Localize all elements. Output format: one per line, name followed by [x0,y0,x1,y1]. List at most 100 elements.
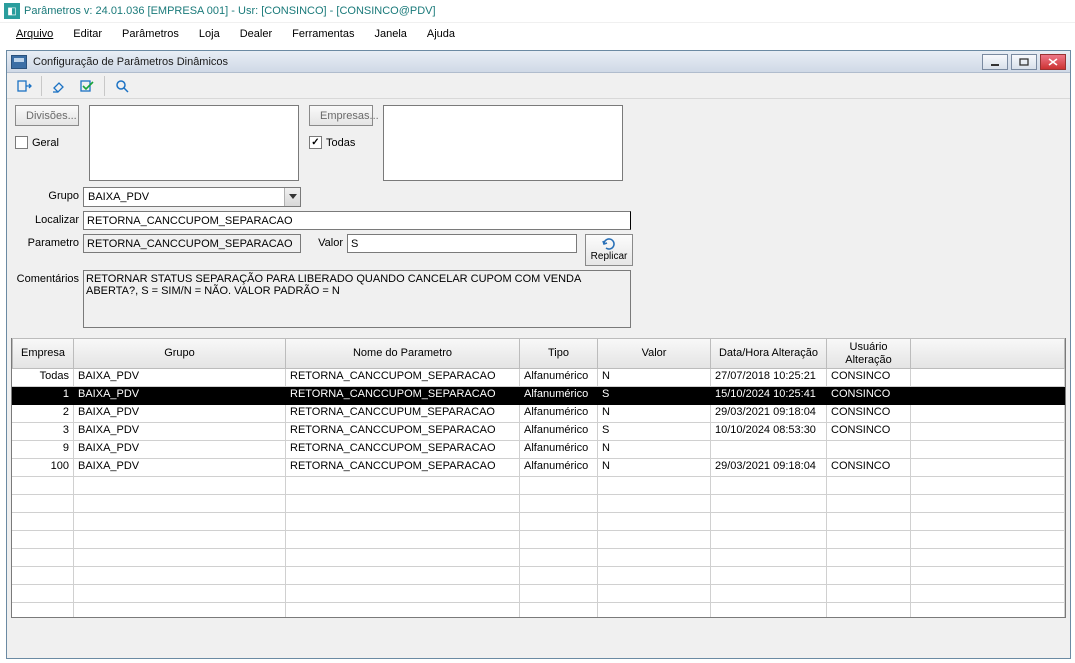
menu-loja[interactable]: Loja [189,25,230,43]
cell-data [711,531,827,549]
menu-editar[interactable]: Editar [63,25,112,43]
cell-nome: RETORNA_CANCCUPOM_SEPARACAO [286,459,520,477]
menu-ferramentas[interactable]: Ferramentas [282,25,364,43]
cell-data: 27/07/2018 10:25:21 [711,369,827,387]
close-button[interactable] [1040,54,1066,70]
valor-label: Valor [301,234,347,249]
cell-empresa [12,531,74,549]
cell-valor [598,531,711,549]
table-row[interactable] [12,567,1065,585]
cell-data [711,567,827,585]
cell-usuario [827,531,911,549]
table-row[interactable]: 3BAIXA_PDVRETORNA_CANCCUPOM_SEPARACAOAlf… [12,423,1065,441]
table-row[interactable] [12,477,1065,495]
cell-empresa: 3 [12,423,74,441]
parametro-label: Parametro [15,234,83,249]
todas-checkbox[interactable]: Todas [309,136,355,149]
cell-grupo: BAIXA_PDV [74,369,286,387]
col-valor[interactable]: Valor [598,338,711,369]
table-row[interactable] [12,603,1065,617]
table-row[interactable] [12,549,1065,567]
col-data[interactable]: Data/Hora Alteração [711,338,827,369]
cell-nome [286,477,520,495]
empresas-button[interactable]: Empresas... [309,105,373,126]
search-icon[interactable] [109,75,135,97]
grid-body[interactable]: TodasBAIXA_PDVRETORNA_CANCCUPOM_SEPARACA… [12,369,1065,617]
cell-tipo: Alfanumérico [520,369,598,387]
cell-empresa [12,495,74,513]
cell-empresa: 1 [12,387,74,405]
localizar-input[interactable] [83,211,631,230]
app-title: Parâmetros v: 24.01.036 [EMPRESA 001] - … [24,5,436,17]
valor-input[interactable] [347,234,577,253]
col-empresa[interactable]: Empresa [12,338,74,369]
maximize-button[interactable] [1011,54,1037,70]
geral-checkbox[interactable]: Geral [15,136,59,149]
cell-tipo [520,495,598,513]
cell-grupo: BAIXA_PDV [74,423,286,441]
divisoes-button[interactable]: Divisões... [15,105,79,126]
cell-rest [911,567,1065,585]
table-row[interactable]: 1BAIXA_PDVRETORNA_CANCCUPOM_SEPARACAOAlf… [12,387,1065,405]
cell-rest [911,513,1065,531]
col-usuario[interactable]: Usuário Alteração [827,338,911,369]
cell-valor [598,549,711,567]
cell-grupo [74,531,286,549]
table-row[interactable]: 2BAIXA_PDVRETORNA_CANCCUPUM_SEPARACAOAlf… [12,405,1065,423]
menu-arquivo[interactable]: Arquivo [6,25,63,43]
cell-data [711,441,827,459]
table-row[interactable] [12,585,1065,603]
cell-empresa [12,477,74,495]
col-rest [911,338,1065,369]
col-grupo[interactable]: Grupo [74,338,286,369]
menu-dealer[interactable]: Dealer [230,25,282,43]
divisoes-textarea[interactable] [89,105,299,181]
col-nome[interactable]: Nome do Parametro [286,338,520,369]
cell-usuario [827,477,911,495]
toolbar [7,73,1070,99]
table-row[interactable] [12,513,1065,531]
cell-tipo: Alfanumérico [520,441,598,459]
table-row[interactable] [12,495,1065,513]
cell-nome: RETORNA_CANCCUPUM_SEPARACAO [286,405,520,423]
grupo-select[interactable]: BAIXA_PDV [83,187,301,207]
cell-valor: S [598,387,711,405]
todas-label: Todas [326,137,355,149]
table-row[interactable] [12,531,1065,549]
inner-titlebar: Configuração de Parâmetros Dinâmicos [7,51,1070,73]
cell-tipo [520,531,598,549]
empresas-textarea[interactable] [383,105,623,181]
cell-empresa: 100 [12,459,74,477]
cell-data [711,603,827,617]
menu-ajuda[interactable]: Ajuda [417,25,465,43]
minimize-button[interactable] [982,54,1008,70]
erase-icon[interactable] [46,75,72,97]
replicar-button[interactable]: Replicar [585,234,633,266]
cell-usuario [827,513,911,531]
apply-icon[interactable] [74,75,100,97]
cell-rest [911,585,1065,603]
cell-empresa: 9 [12,441,74,459]
export-icon[interactable] [11,75,37,97]
cell-rest [911,423,1065,441]
table-row[interactable]: 100BAIXA_PDVRETORNA_CANCCUPOM_SEPARACAOA… [12,459,1065,477]
cell-tipo [520,567,598,585]
menu-parametros[interactable]: Parâmetros [112,25,189,43]
geral-label: Geral [32,137,59,149]
cell-data [711,585,827,603]
cell-data: 29/03/2021 09:18:04 [711,405,827,423]
cell-usuario [827,585,911,603]
cell-valor [598,495,711,513]
col-tipo[interactable]: Tipo [520,338,598,369]
cell-grupo: BAIXA_PDV [74,459,286,477]
cell-valor [598,603,711,617]
table-row[interactable]: TodasBAIXA_PDVRETORNA_CANCCUPOM_SEPARACA… [12,369,1065,387]
cell-nome [286,567,520,585]
table-row[interactable]: 9BAIXA_PDVRETORNA_CANCCUPOM_SEPARACAOAlf… [12,441,1065,459]
cell-nome [286,495,520,513]
cell-grupo: BAIXA_PDV [74,441,286,459]
cell-rest [911,441,1065,459]
cell-tipo [520,513,598,531]
menu-janela[interactable]: Janela [364,25,416,43]
cell-tipo: Alfanumérico [520,459,598,477]
